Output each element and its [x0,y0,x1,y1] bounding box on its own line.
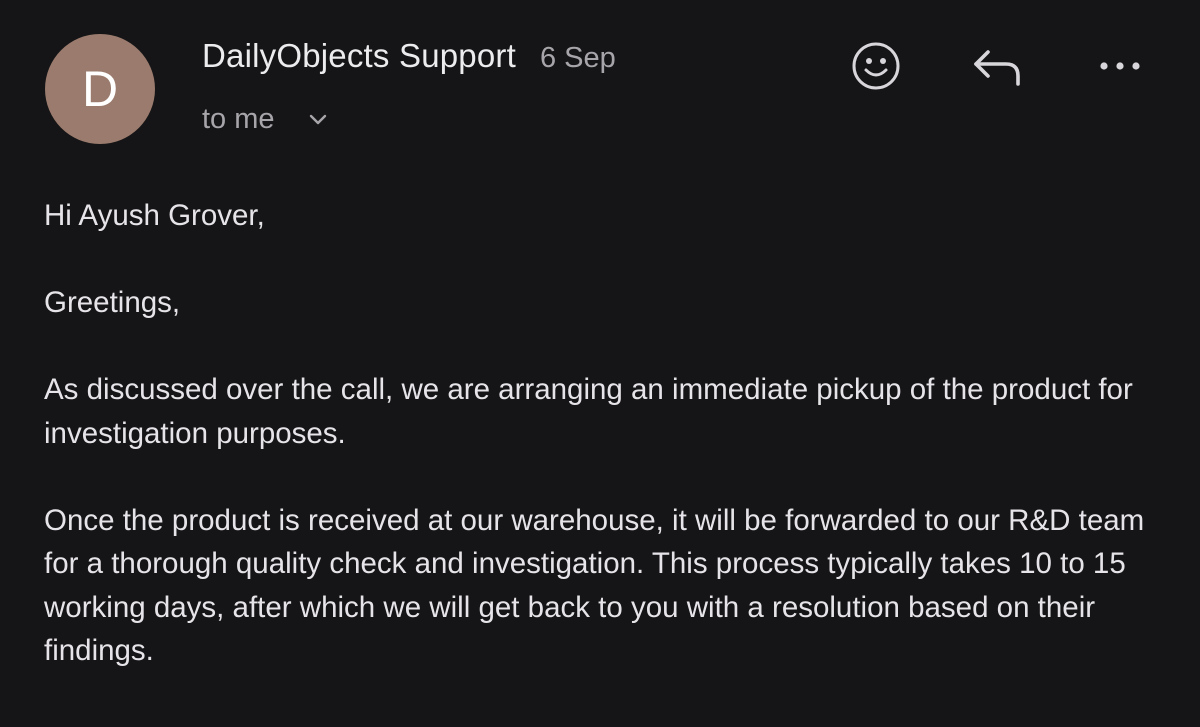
message-body: Hi Ayush Grover, Greetings, As discussed… [44,194,1164,716]
chevron-down-icon[interactable] [307,109,329,131]
add-reaction-button[interactable] [848,40,904,96]
salutation: Hi Ayush Grover, [44,199,265,232]
recipient-toggle[interactable]: to me [202,103,329,136]
sender-row: DailyObjects Support 6 Sep [202,37,616,75]
email-message-view: D DailyObjects Support 6 Sep to me Hi Ay… [0,0,1200,727]
more-options-button[interactable] [1092,40,1148,96]
body-paragraph-1: As discussed over the call, we are arran… [44,373,1133,450]
more-horizontal-icon [1098,59,1142,77]
sender-name[interactable]: DailyObjects Support [202,37,516,75]
avatar-initial: D [81,61,119,117]
smiley-face-icon [851,41,901,96]
reply-arrow-icon [970,44,1026,93]
message-date: 6 Sep [539,42,616,74]
sender-avatar[interactable]: D [45,34,155,144]
greeting: Greetings, [44,286,181,319]
recipient-label: to me [202,103,275,135]
reply-button[interactable] [970,40,1026,96]
body-paragraph-2: Once the product is received at our ware… [44,503,1145,668]
